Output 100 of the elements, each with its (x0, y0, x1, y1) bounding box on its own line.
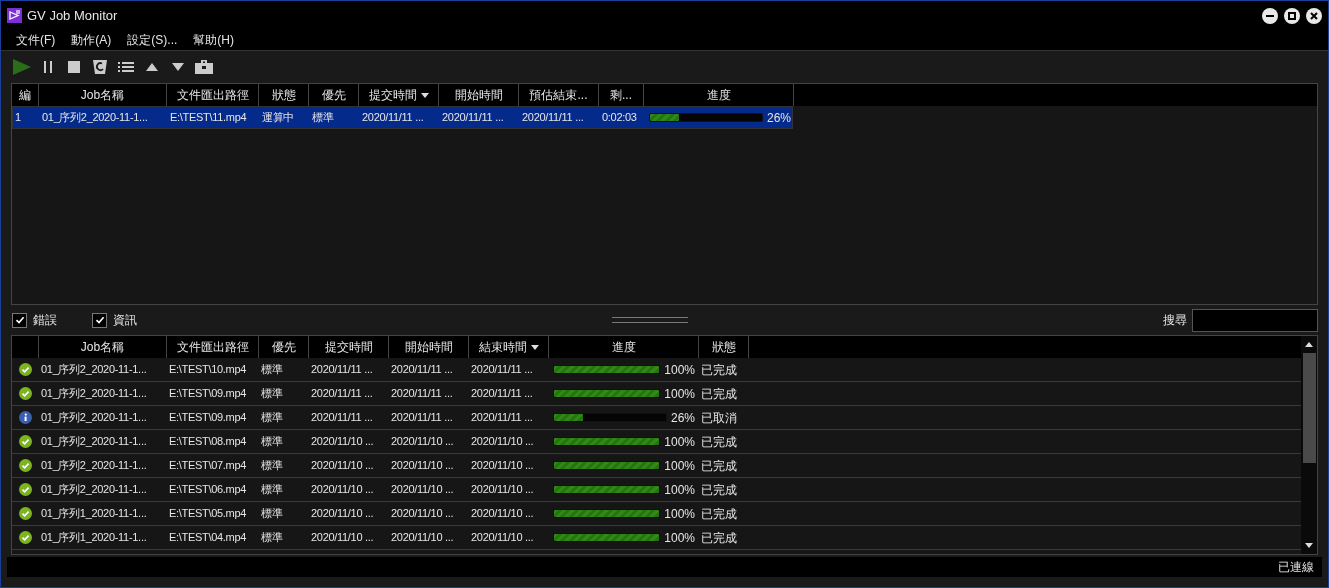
column-header[interactable]: 優先 (259, 336, 309, 358)
progress-percent: 100% (664, 385, 695, 403)
table-cell-text: 2020/11/11 ... (441, 110, 505, 126)
table-cell-text: 2020/11/10 ... (310, 458, 375, 474)
scroll-up-icon[interactable] (1305, 342, 1313, 347)
checkmark-icon (94, 315, 105, 325)
table-cell-text: 2020/11/11 ... (521, 110, 585, 126)
table-cell-text: E:\TEST\06.mp4 (168, 482, 248, 498)
scrollbar[interactable] (1301, 336, 1317, 554)
search-label: 搜尋 (1163, 312, 1187, 329)
table-cell-text: 2020/11/10 ... (310, 506, 375, 522)
checkbox-label: 資訊 (113, 312, 137, 329)
table-cell-text: 標準 (260, 434, 284, 450)
table-cell-text: E:\TEST\10.mp4 (168, 362, 248, 378)
table-cell-text: 01_序列2_2020-11-1... (40, 386, 148, 402)
table-cell-text: 已取消 (700, 409, 738, 427)
progress-percent: 100% (664, 457, 695, 475)
table-cell-text: 標準 (260, 362, 284, 378)
check-icon (19, 363, 32, 376)
maximize-button[interactable] (1284, 7, 1300, 24)
table-cell-text: 2020/11/10 ... (390, 482, 455, 498)
check-icon (19, 507, 32, 520)
table-cell-text: 2020/11/11 ... (361, 110, 425, 126)
menu-item[interactable]: 設定(S)... (127, 31, 178, 49)
column-header[interactable]: 提交時間 (309, 336, 389, 358)
check-icon (19, 435, 32, 448)
check-icon (19, 483, 32, 496)
menu-item[interactable]: 文件(F) (16, 31, 56, 49)
table-cell-text: 2020/11/10 ... (470, 482, 535, 498)
table-cell-text: 01_序列2_2020-11-1... (41, 110, 149, 126)
table-cell-text: 標準 (260, 458, 284, 474)
progress-percent: 100% (664, 433, 695, 451)
table-cell-text: 01_序列2_2020-11-1... (40, 434, 148, 450)
table-cell-text: 2020/11/11 ... (310, 410, 374, 426)
table-cell-text: 2020/11/11 ... (470, 386, 534, 402)
table-cell-text: 2020/11/11 ... (390, 362, 454, 378)
table-cell-text: 已完成 (700, 457, 738, 475)
table-cell-text: 01_序列2_2020-11-1... (40, 362, 148, 378)
table-cell-text: 2020/11/10 ... (310, 482, 375, 498)
minimize-button[interactable] (1262, 7, 1278, 24)
progress-percent: 26% (766, 109, 791, 127)
table-cell-text: 標準 (311, 110, 335, 126)
column-header[interactable]: 結束時間 (469, 336, 549, 358)
table-cell-text: 標準 (260, 410, 284, 426)
checkbox-label: 錯誤 (33, 312, 57, 329)
table-cell-text: 2020/11/11 ... (310, 386, 374, 402)
table-cell-text: 已完成 (700, 505, 738, 523)
table-cell-text: 已完成 (700, 433, 738, 451)
checkbox[interactable] (12, 312, 27, 328)
job-row[interactable]: 1 01_序列2_2020-11-1... E:\TEST\11.mp4 運算中 標準 2020/11/11 ... 2020/11/11 ... 2020/11/11 ... 0:02:03 26% (12, 106, 793, 129)
table-cell-text: 2020/11/10 ... (390, 506, 455, 522)
table-cell-text: E:\TEST\04.mp4 (168, 530, 248, 546)
column-header[interactable]: 狀態 (699, 336, 749, 358)
table-cell-text: 已完成 (700, 481, 738, 499)
column-header[interactable]: 開始時間 (389, 336, 469, 358)
checkbox[interactable] (92, 312, 107, 328)
table-cell-text: 2020/11/10 ... (470, 530, 535, 546)
table-cell-text: 標準 (260, 386, 284, 402)
table-cell-text: E:\TEST\11.mp4 (169, 110, 248, 126)
table-cell-text: 標準 (260, 482, 284, 498)
table-cell-text: 2020/11/10 ... (470, 458, 535, 474)
close-button[interactable] (1306, 7, 1322, 24)
menu-item[interactable]: 動作(A) (71, 31, 112, 49)
table-cell-text: 2020/11/10 ... (310, 530, 375, 546)
table-cell-text: 01_序列1_2020-11-1... (40, 530, 148, 546)
menu-item[interactable]: 幫助(H) (193, 31, 234, 49)
progress-percent: 100% (664, 505, 695, 523)
info-icon (19, 411, 32, 424)
status-text: 已連線 (1278, 559, 1314, 576)
table-cell-text: 運算中 (261, 110, 296, 126)
splitter-handle[interactable] (612, 317, 688, 323)
table-cell-text: 2020/11/11 ... (470, 362, 534, 378)
table-cell-text: 01_序列2_2020-11-1... (40, 458, 148, 474)
scroll-down-icon[interactable] (1305, 543, 1313, 548)
column-header[interactable]: 文件匯出路徑 (167, 336, 259, 358)
check-icon (19, 531, 32, 544)
table-cell-text: 2020/11/11 ... (470, 410, 534, 426)
table-cell-text: 01_序列1_2020-11-1... (40, 506, 148, 522)
table-cell-text: 已完成 (700, 361, 738, 379)
check-icon (19, 459, 32, 472)
table-cell-text: 2020/11/10 ... (390, 530, 455, 546)
table-cell-text: E:\TEST\09.mp4 (168, 386, 248, 402)
progress-percent: 100% (664, 529, 695, 547)
column-header[interactable]: 進度 (549, 336, 699, 358)
check-icon (19, 387, 32, 400)
table-cell-text: 標準 (260, 530, 284, 546)
table-cell-text: 2020/11/10 ... (390, 434, 455, 450)
table-cell-text: E:\TEST\07.mp4 (168, 458, 248, 474)
table-cell-text: 2020/11/11 ... (310, 362, 374, 378)
table-cell-text: 2020/11/10 ... (310, 434, 375, 450)
table-cell-text: 2020/11/11 ... (390, 410, 454, 426)
checkmark-icon (14, 315, 25, 325)
table-cell-text: 0:02:03 (601, 110, 638, 126)
table-cell-text: 2020/11/10 ... (390, 458, 455, 474)
table-cell-text: 2020/11/10 ... (470, 506, 535, 522)
search-field[interactable] (1192, 308, 1318, 332)
table-cell-text: 01_序列2_2020-11-1... (40, 482, 148, 498)
close-icon (1310, 11, 1318, 20)
table-cell-text: 2020/11/10 ... (470, 434, 535, 450)
column-header[interactable]: Job名稱 (39, 336, 167, 358)
